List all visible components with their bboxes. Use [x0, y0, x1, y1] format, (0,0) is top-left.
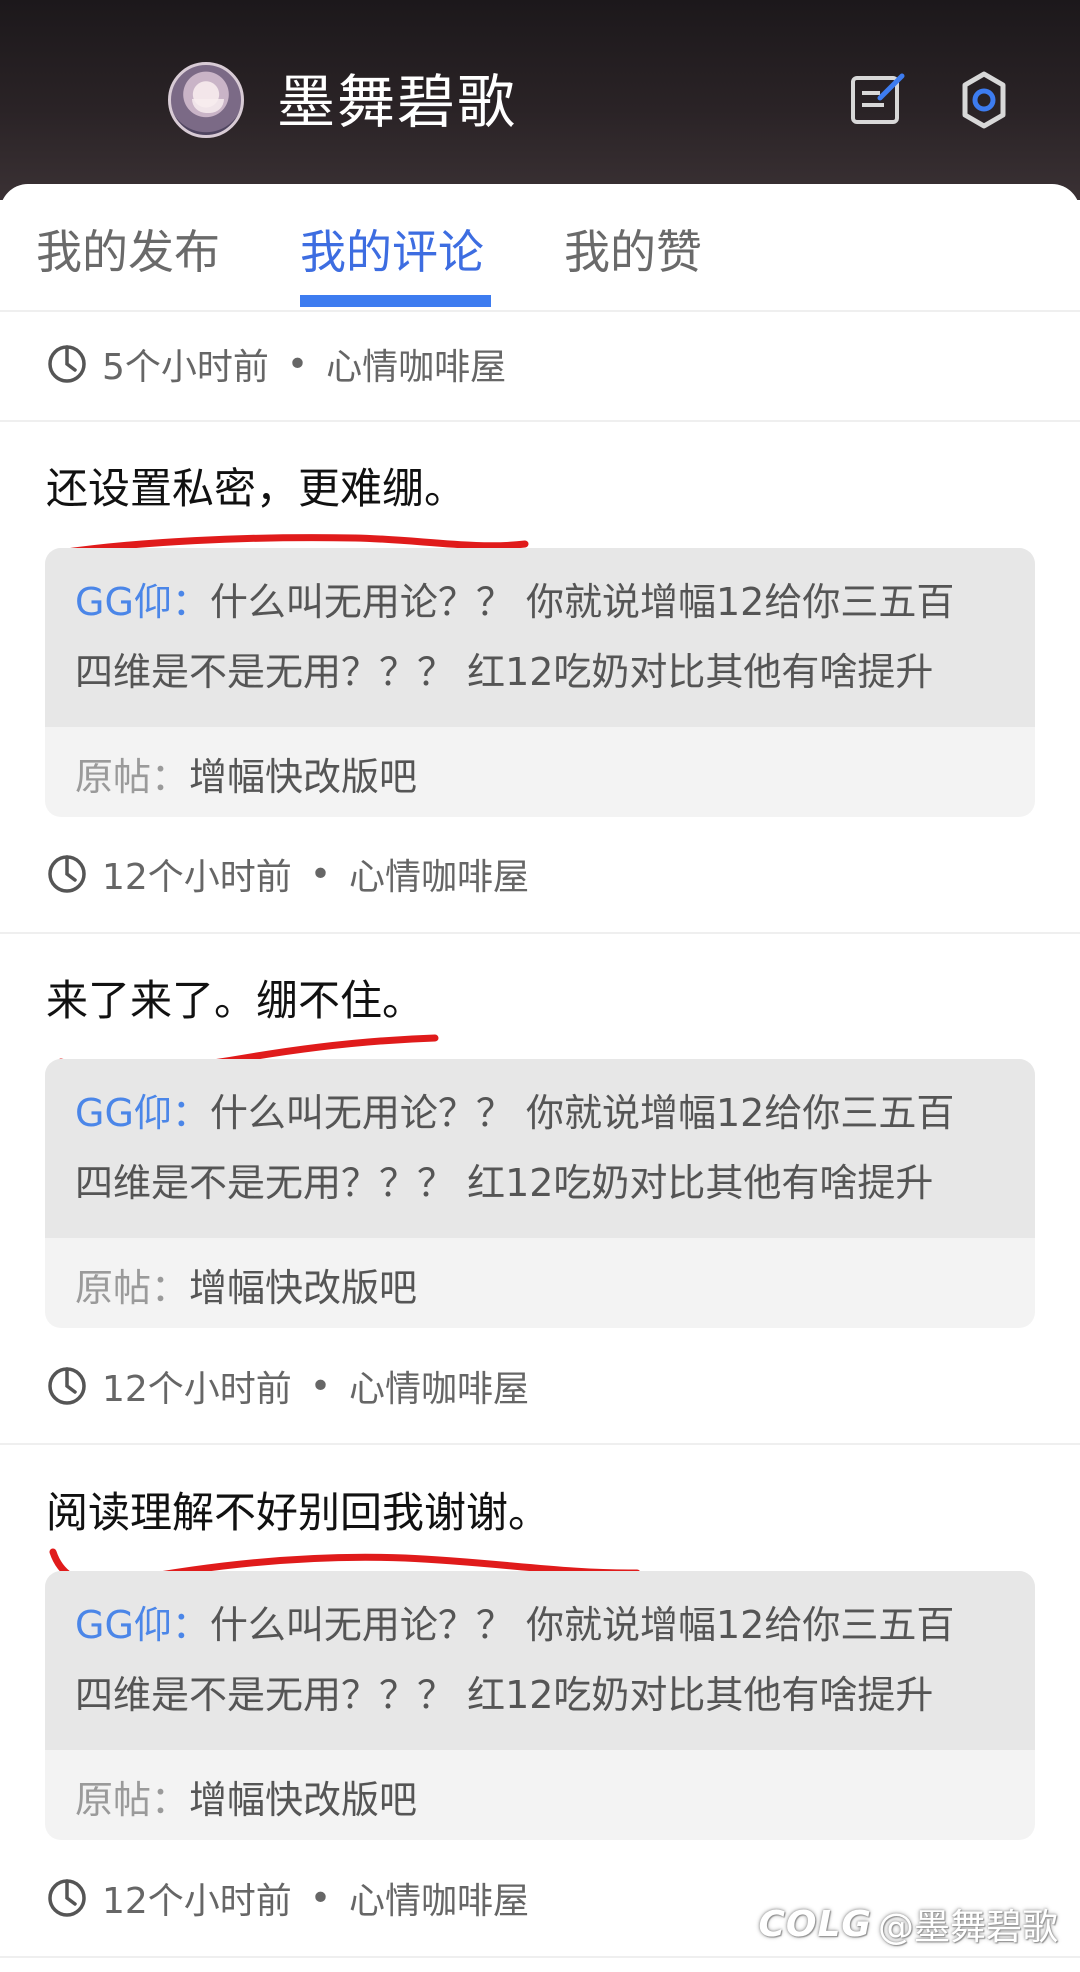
meta-separator: •: [309, 853, 332, 895]
tab-bar: 我的发布 我的评论 我的赞: [0, 184, 1080, 312]
user-avatar[interactable]: [168, 62, 244, 138]
comment-text[interactable]: 阅读理解不好别回我谢谢。: [46, 1486, 550, 1540]
quoted-comment: GG仰：什么叫无用论？？ 你就说增幅12给你三五百 四维是不是无用？？？ 红12…: [45, 548, 1035, 727]
tab-my-posts[interactable]: 我的发布: [36, 220, 220, 284]
comment-text[interactable]: 还设置私密，更难绷。: [46, 462, 466, 516]
original-post-link[interactable]: 原帖：增幅快改版吧: [45, 1238, 1035, 1328]
comment-time: 12个小时前: [102, 1369, 292, 1410]
quote-text-line2: 四维是不是无用？？？ 红12吃奶对比其他有啥提升: [75, 1673, 934, 1717]
origin-label: 原帖：: [75, 1266, 190, 1310]
comment-time: 12个小时前: [102, 857, 292, 898]
origin-title: 增幅快改版吧: [189, 1778, 418, 1822]
quote-text-line2: 四维是不是无用？？？ 红12吃奶对比其他有啥提升: [75, 650, 934, 694]
clock-icon: [48, 855, 86, 893]
original-post-link[interactable]: 原帖：增幅快改版吧: [45, 1750, 1035, 1840]
divider: [0, 932, 1080, 934]
divider: [0, 1443, 1080, 1445]
meta-separator: •: [309, 1365, 332, 1407]
tab-my-comments[interactable]: 我的评论: [300, 220, 484, 284]
watermark-logo: COLG: [758, 1903, 872, 1945]
board-name[interactable]: 心情咖啡屋: [326, 338, 506, 390]
meta-separator: •: [286, 343, 309, 385]
page-title: 墨舞碧歌: [277, 68, 518, 136]
origin-title: 增幅快改版吧: [189, 1266, 418, 1310]
tab-my-likes[interactable]: 我的赞: [564, 220, 702, 284]
quote-text-line1: 什么叫无用论？？ 你就说增幅12给你三五百: [209, 1603, 955, 1647]
comment-meta: 12个小时前 • 心情咖啡屋: [46, 1870, 529, 1926]
profile-header: 墨舞碧歌: [0, 0, 1080, 200]
divider: [0, 420, 1080, 422]
origin-label: 原帖：: [75, 755, 190, 799]
quote-text-line2: 四维是不是无用？？？ 红12吃奶对比其他有啥提升: [75, 1161, 934, 1205]
meta-separator: •: [309, 1877, 332, 1919]
quote-author[interactable]: GG仰：: [75, 1091, 210, 1135]
quote-text-line1: 什么叫无用论？？ 你就说增幅12给你三五百: [209, 1091, 955, 1135]
origin-label: 原帖：: [75, 1778, 190, 1822]
quoted-comment-card[interactable]: GG仰：什么叫无用论？？ 你就说增幅12给你三五百 四维是不是无用？？？ 红12…: [45, 548, 1035, 817]
quoted-comment: GG仰：什么叫无用论？？ 你就说增幅12给你三五百 四维是不是无用？？？ 红12…: [45, 1059, 1035, 1238]
watermark: COLG @墨舞碧歌: [758, 1898, 1058, 1950]
edit-icon[interactable]: [848, 68, 908, 132]
post-time: 5个小时前: [102, 347, 269, 388]
active-tab-indicator: [300, 295, 491, 307]
quote-author[interactable]: GG仰：: [75, 1603, 210, 1647]
quote-author[interactable]: GG仰：: [75, 580, 210, 624]
board-name[interactable]: 心情咖啡屋: [349, 848, 529, 900]
quoted-comment-card[interactable]: GG仰：什么叫无用论？？ 你就说增幅12给你三五百 四维是不是无用？？？ 红12…: [45, 1059, 1035, 1328]
clock-icon: [48, 1367, 86, 1405]
comment-time: 12个小时前: [102, 1881, 292, 1922]
board-name[interactable]: 心情咖啡屋: [349, 1360, 529, 1412]
clock-icon: [48, 345, 86, 383]
quoted-comment: GG仰：什么叫无用论？？ 你就说增幅12给你三五百 四维是不是无用？？？ 红12…: [45, 1571, 1035, 1750]
comment-meta: 12个小时前 • 心情咖啡屋: [46, 846, 529, 902]
origin-title: 增幅快改版吧: [189, 755, 418, 799]
quote-text-line1: 什么叫无用论？？ 你就说增幅12给你三五百: [209, 580, 955, 624]
comment-text[interactable]: 来了来了。绷不住。: [46, 974, 424, 1028]
clock-icon: [48, 1879, 86, 1917]
watermark-text: @墨舞碧歌: [877, 1907, 1058, 1948]
post-meta: 5个小时前 • 心情咖啡屋: [46, 336, 506, 392]
comment-meta: 12个小时前 • 心情咖啡屋: [46, 1358, 529, 1414]
gear-icon[interactable]: [954, 68, 1014, 132]
comments-page: 墨舞碧歌 我的发布 我的评论 我的赞 5个小时前 • 心情咖啡屋 还设置私密，更…: [0, 0, 1080, 1972]
divider: [0, 1956, 1080, 1958]
original-post-link[interactable]: 原帖：增幅快改版吧: [45, 727, 1035, 817]
quoted-comment-card[interactable]: GG仰：什么叫无用论？？ 你就说增幅12给你三五百 四维是不是无用？？？ 红12…: [45, 1571, 1035, 1840]
board-name[interactable]: 心情咖啡屋: [349, 1872, 529, 1924]
